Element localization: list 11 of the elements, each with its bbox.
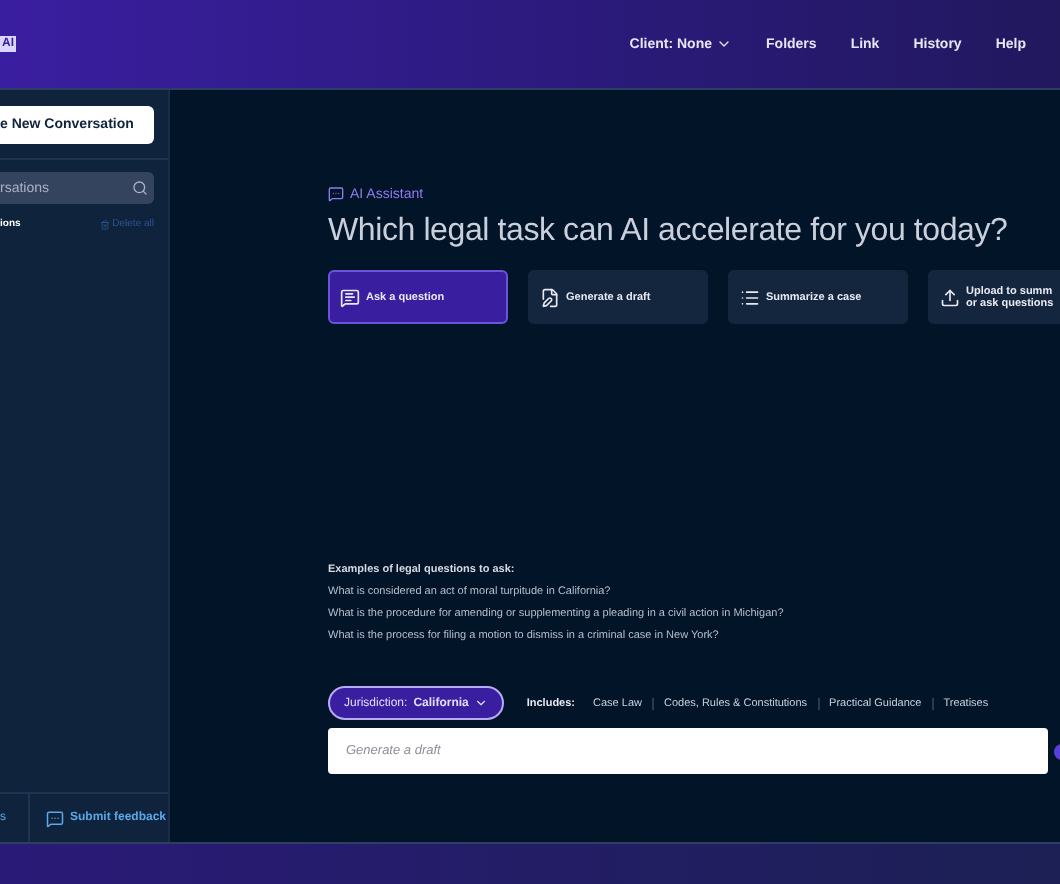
chevron-icon: [716, 36, 733, 52]
chat-icon: [340, 287, 360, 307]
list-icon: [740, 287, 760, 307]
search-icon: [132, 180, 148, 196]
feedback-icon: [46, 809, 64, 827]
trash-icon: [100, 219, 111, 229]
chevron-icon: [474, 696, 489, 710]
draft-icon: [540, 287, 560, 307]
upload-icon: [940, 287, 960, 307]
headline: Which legal task can AI accelerate for you today?: [328, 214, 1010, 250]
chat-icon: [328, 186, 344, 202]
